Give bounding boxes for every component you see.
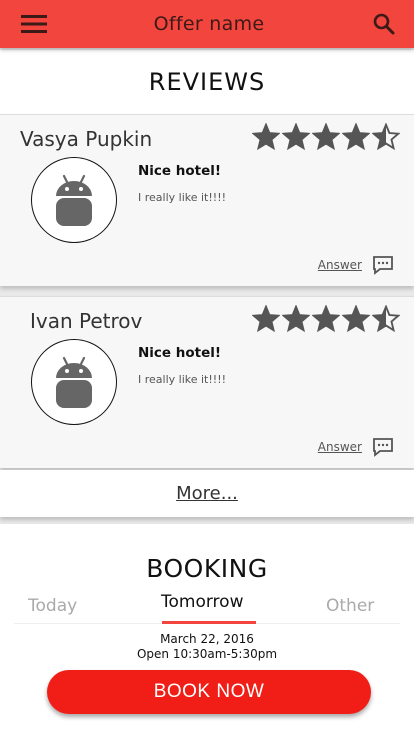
- reviews-title: REVIEWS: [148, 68, 266, 96]
- booking-date: March 22, 2016: [160, 632, 254, 646]
- answer-button[interactable]: Answer: [318, 255, 394, 275]
- page-title: Offer name: [153, 13, 265, 35]
- review-text: I really like it!!!!: [138, 191, 227, 204]
- star-half-icon: [372, 305, 400, 333]
- hamburger-menu-icon[interactable]: [20, 10, 48, 38]
- star-filled-icon: [312, 123, 340, 151]
- star-filled-icon: [312, 305, 340, 333]
- avatar: [31, 339, 117, 425]
- star-filled-icon: [282, 305, 310, 333]
- tab-indicator: [162, 621, 256, 624]
- day-tabs: Today Tomorrow Other: [14, 590, 400, 624]
- answer-label: Answer: [317, 258, 362, 272]
- review-author: Ivan Petrov: [30, 309, 143, 333]
- booking-section: BOOKING Today Tomorrow Other March 22, 2…: [0, 524, 414, 736]
- tab-tomorrow[interactable]: Tomorrow: [161, 592, 243, 612]
- reviews-header: REVIEWS: [0, 50, 414, 114]
- review-text: I really like it!!!!: [138, 373, 227, 386]
- star-filled-icon: [282, 123, 310, 151]
- avatar: [31, 157, 117, 243]
- rating-stars: [252, 305, 400, 333]
- review-card: Ivan Petrov Nice hotel! I really like it…: [0, 296, 414, 468]
- search-icon[interactable]: [370, 10, 398, 38]
- comment-icon: [373, 438, 393, 457]
- review-author: Vasya Pupkin: [20, 127, 153, 151]
- more-link[interactable]: More...: [176, 483, 238, 504]
- android-icon: [56, 174, 92, 226]
- tab-other[interactable]: Other: [326, 596, 374, 616]
- star-filled-icon: [252, 123, 280, 151]
- android-icon: [56, 356, 92, 408]
- booking-title: BOOKING: [146, 554, 268, 583]
- app-bar: Offer name: [0, 0, 414, 48]
- comment-icon: [373, 256, 393, 275]
- star-filled-icon: [252, 305, 280, 333]
- star-half-icon: [372, 123, 400, 151]
- review-title: Nice hotel!: [138, 163, 222, 179]
- answer-label: Answer: [317, 440, 362, 454]
- booking-hours: Open 10:30am-5:30pm: [136, 647, 278, 661]
- answer-button[interactable]: Answer: [318, 437, 394, 457]
- tab-today[interactable]: Today: [28, 596, 77, 616]
- book-now-button[interactable]: BOOK NOW: [47, 670, 371, 714]
- rating-stars: [252, 123, 400, 151]
- review-card: Vasya Pupkin Nice hotel! I really like i…: [0, 114, 414, 286]
- star-filled-icon: [342, 305, 370, 333]
- more-bar: More...: [0, 470, 414, 517]
- star-filled-icon: [342, 123, 370, 151]
- review-title: Nice hotel!: [138, 345, 222, 361]
